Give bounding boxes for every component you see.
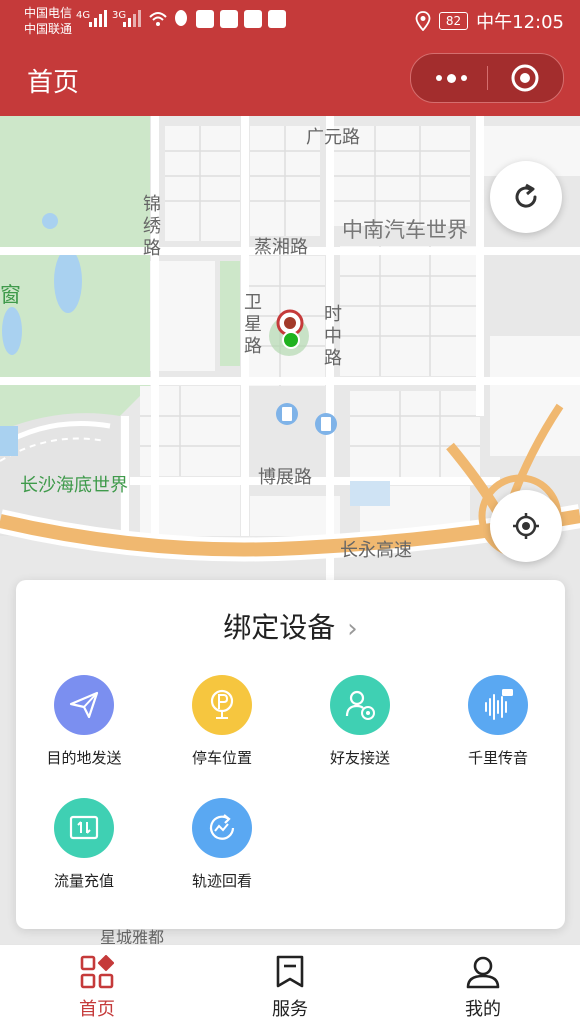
refresh-button[interactable] bbox=[490, 161, 562, 233]
app-header: 首页 bbox=[0, 40, 580, 116]
feature-track-replay[interactable]: 轨迹回看 bbox=[162, 798, 282, 891]
notification-app-icons bbox=[196, 10, 286, 28]
feature-label: 目的地发送 bbox=[46, 749, 122, 767]
map-label-yanxiang-road: 蒸湘路 bbox=[254, 237, 308, 258]
locate-button[interactable] bbox=[490, 490, 562, 562]
feature-data-topup[interactable]: 流量充值 bbox=[24, 798, 144, 891]
locate-icon bbox=[513, 513, 539, 539]
feature-label: 好友接送 bbox=[329, 749, 390, 767]
feature-voice-message[interactable]: 千里传音 bbox=[438, 675, 558, 768]
carrier-1: 中国电信 bbox=[24, 6, 73, 20]
map-label-guangyuan-road: 广元路 bbox=[306, 127, 360, 148]
parking-pin-icon bbox=[192, 675, 252, 735]
clock: 中午12:05 bbox=[476, 12, 564, 33]
tab-home[interactable]: 首页 bbox=[37, 955, 157, 1021]
feature-parking-location[interactable]: 停车位置 bbox=[162, 675, 282, 768]
map-label-window: 窗 bbox=[0, 283, 21, 307]
huawei-app-icon bbox=[196, 10, 214, 28]
bottom-tab-bar: 首页 服务 我的 bbox=[0, 944, 580, 1032]
feature-label: 停车位置 bbox=[191, 749, 252, 767]
map-label-jinxiu-road: 锦绣路 bbox=[143, 194, 161, 259]
feature-label: 轨迹回看 bbox=[191, 872, 252, 890]
voice-wave-icon bbox=[468, 675, 528, 735]
home-grid-icon bbox=[80, 955, 114, 989]
tab-service[interactable]: 服务 bbox=[230, 955, 350, 1021]
user-icon bbox=[466, 956, 500, 989]
video-app-icon bbox=[220, 10, 238, 28]
feature-label: 千里传音 bbox=[467, 749, 528, 767]
chevron-right-icon: › bbox=[347, 614, 358, 644]
tab-service-label: 服务 bbox=[272, 999, 308, 1020]
carrier-2: 中国联通 bbox=[24, 22, 73, 36]
status-right: 82 中午12:05 bbox=[415, 8, 564, 34]
friend-car-icon bbox=[330, 675, 390, 735]
signal-icon bbox=[89, 10, 107, 27]
map-label-shizhong-road: 时中路 bbox=[324, 304, 342, 369]
qq-icon bbox=[175, 10, 187, 26]
tab-home-label: 首页 bbox=[79, 999, 115, 1020]
bind-device-card: 绑定设备 › 目的地发送 停车位置 好友接送 千里传音 流量充值 轨迹回看 bbox=[16, 580, 565, 929]
map-label-changyong-expressway: 长永高速 bbox=[340, 540, 412, 561]
bookmark-icon bbox=[276, 955, 304, 988]
paper-plane-icon bbox=[54, 675, 114, 735]
map-label-weixing-road: 卫星路 bbox=[244, 292, 262, 357]
page-title: 首页 bbox=[27, 68, 80, 98]
mini-program-capsule bbox=[410, 53, 564, 103]
status-bar: 中国电信 中国联通 4G 3G 82 中午12:05 bbox=[0, 0, 580, 40]
youku-app-icon bbox=[244, 10, 262, 28]
bind-device-title: 绑定设备 bbox=[223, 611, 336, 644]
wifi-icon bbox=[149, 12, 167, 26]
map-label-bozhan-road: 博展路 bbox=[258, 467, 312, 488]
feature-friend-pickup[interactable]: 好友接送 bbox=[300, 675, 420, 768]
feature-destination-send[interactable]: 目的地发送 bbox=[24, 675, 144, 768]
battery-level: 82 bbox=[438, 12, 469, 30]
feature-label: 流量充值 bbox=[53, 872, 114, 890]
track-replay-icon bbox=[192, 798, 252, 858]
close-target-button[interactable] bbox=[511, 64, 539, 92]
bind-device-link[interactable]: 绑定设备 › bbox=[16, 606, 565, 646]
data-topup-icon bbox=[54, 798, 114, 858]
tab-mine[interactable]: 我的 bbox=[423, 955, 543, 1021]
refresh-icon bbox=[515, 183, 537, 208]
location-icon bbox=[415, 11, 431, 31]
tab-mine-label: 我的 bbox=[465, 999, 501, 1020]
map-label-changsha-underwater-world: 长沙海底世界 bbox=[20, 475, 128, 496]
signal-icon bbox=[123, 10, 141, 27]
baidu-app-icon bbox=[268, 10, 286, 28]
map-label-zhongnan-auto-world: 中南汽车世界 bbox=[342, 218, 468, 242]
capsule-divider bbox=[487, 66, 488, 90]
carrier-info: 中国电信 中国联通 bbox=[24, 5, 72, 37]
more-button[interactable] bbox=[433, 62, 469, 94]
